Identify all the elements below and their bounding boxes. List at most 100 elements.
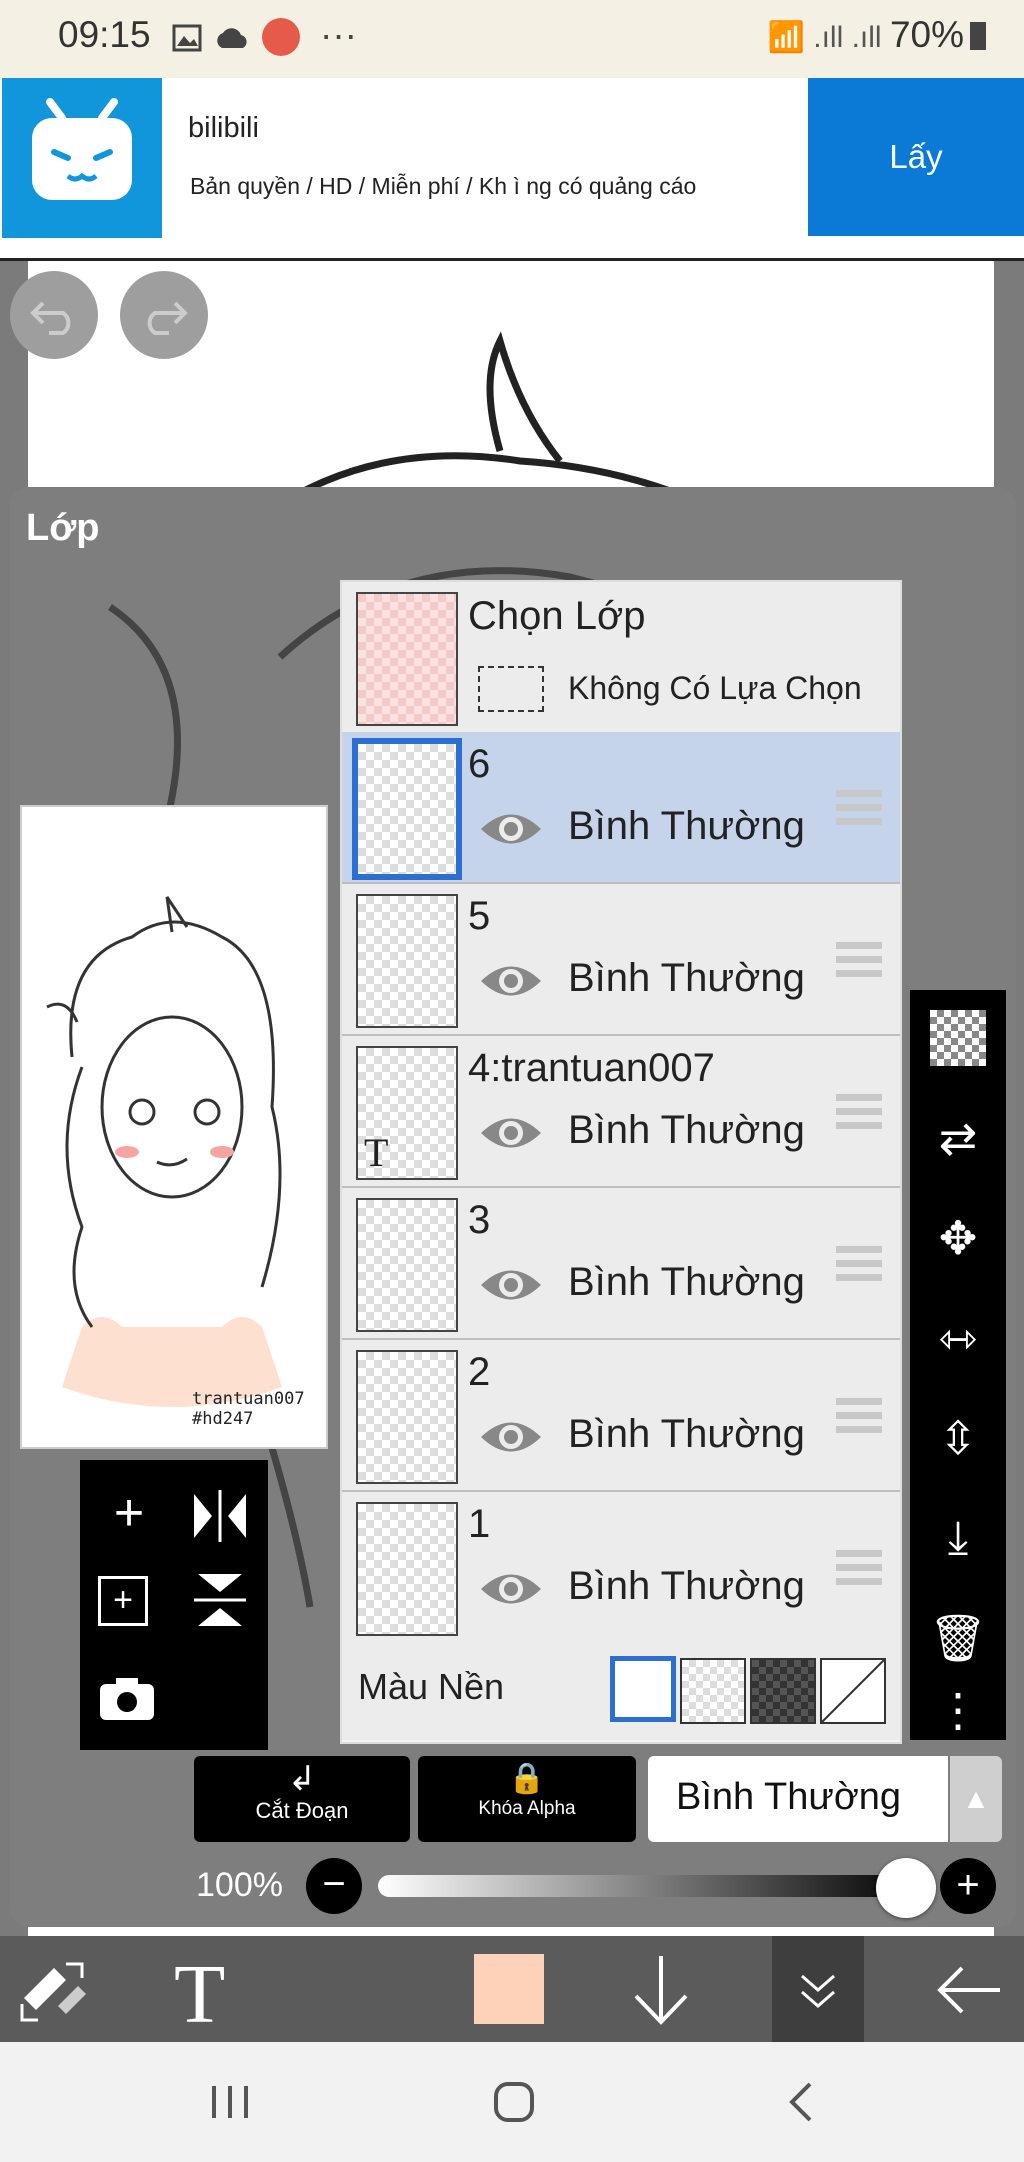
layer-thumbnail <box>356 894 458 1028</box>
more-button[interactable]: ⋮ <box>910 1680 1006 1740</box>
layer-blend-mode: Bình Thường <box>568 1108 805 1152</box>
more-vertical-icon: ⋮ <box>935 1684 981 1736</box>
drag-handle-icon[interactable] <box>836 942 882 982</box>
clip-button[interactable]: ↲ Cắt Đoạn <box>194 1756 410 1842</box>
visibility-eye-icon[interactable] <box>478 806 544 852</box>
home-icon[interactable] <box>492 2080 536 2124</box>
gallery-icon <box>172 24 202 52</box>
undo-button[interactable] <box>10 271 98 359</box>
drag-handle-icon[interactable] <box>836 1246 882 1286</box>
move-icon: ✥ <box>938 1212 978 1264</box>
move-button[interactable]: ✥ <box>910 1190 1006 1286</box>
swap-icon: ⇄ <box>938 1112 978 1164</box>
status-right: 📶 .ıll .ıll 70% <box>768 14 986 56</box>
text-tool-icon[interactable]: T <box>174 1946 225 2043</box>
bilibili-logo-icon <box>2 78 162 238</box>
bg-white-swatch[interactable] <box>610 1656 676 1722</box>
layer-row[interactable]: T 4:trantuan007 Bình Thường <box>342 1036 900 1188</box>
battery-level: 70% <box>889 14 964 55</box>
drag-handle-icon[interactable] <box>836 1550 882 1590</box>
undo-icon <box>30 301 71 335</box>
swap-layer-button[interactable]: ⇄ <box>910 1090 1006 1186</box>
bg-transparent-swatch[interactable] <box>680 1658 746 1724</box>
selection-marquee-icon <box>478 666 544 712</box>
preview-signature-name: trantuan007 <box>192 1389 305 1409</box>
layer-name: 6 <box>468 742 491 786</box>
redo-button[interactable] <box>120 271 208 359</box>
canvas-preview[interactable]: trantuan007 #hd247 <box>20 805 328 1449</box>
opacity-value: 100% <box>196 1866 283 1904</box>
layer-row[interactable]: 1 Bình Thường <box>342 1492 900 1644</box>
visibility-eye-icon[interactable] <box>478 1414 544 1460</box>
flip-vertical-icon[interactable] <box>190 1570 250 1630</box>
layer-row[interactable]: 3 Bình Thường <box>342 1188 900 1340</box>
visibility-eye-icon[interactable] <box>478 1566 544 1612</box>
visibility-eye-icon[interactable] <box>478 1262 544 1308</box>
bottom-toolbar: T <box>0 1936 1024 2042</box>
recent-apps-icon[interactable] <box>208 2082 252 2122</box>
add-layer-icon[interactable]: + <box>94 1480 164 1550</box>
layer-blend-mode: Bình Thường <box>568 1564 805 1608</box>
double-chevron-down-icon <box>801 1974 835 2008</box>
duplicate-layer-icon[interactable]: + <box>98 1576 148 1626</box>
layer-thumbnail <box>356 1350 458 1484</box>
flip-h-button[interactable]: ⇿ <box>910 1290 1006 1386</box>
layer-name: 4:trantuan007 <box>468 1046 715 1090</box>
selection-layer-thumbnail <box>356 592 458 726</box>
bg-none-swatch[interactable] <box>820 1658 886 1724</box>
cloud-icon <box>217 28 247 48</box>
tool-switch-icon[interactable] <box>18 1958 90 2024</box>
visibility-eye-icon[interactable] <box>478 1110 544 1156</box>
collapse-panel-button[interactable] <box>772 1936 864 2042</box>
blend-mode-arrow-icon[interactable]: ▲ <box>950 1756 1002 1842</box>
app-notification-icon <box>262 18 300 56</box>
camera-icon[interactable] <box>98 1674 156 1722</box>
lock-icon: 🔒 <box>508 1762 546 1795</box>
redo-icon <box>147 301 188 335</box>
drag-handle-icon[interactable] <box>836 790 882 830</box>
layer-blend-mode: Bình Thường <box>568 1260 805 1304</box>
nav-back-icon[interactable] <box>786 2080 816 2124</box>
visibility-eye-icon[interactable] <box>478 958 544 1004</box>
layer-thumbnail <box>356 1502 458 1636</box>
layer-row[interactable]: 6 Bình Thường <box>342 732 900 884</box>
selection-status: Không Có Lựa Chọn <box>568 670 862 706</box>
opacity-increase-button[interactable]: + <box>940 1858 996 1914</box>
preview-drawing <box>46 896 282 1407</box>
current-color-swatch[interactable] <box>474 1954 544 2024</box>
selection-layer-row[interactable]: Chọn Lớp Không Có Lựa Chọn <box>342 582 900 734</box>
trash-icon: 🗑 <box>928 1611 988 1664</box>
delete-layer-button[interactable]: 🗑 <box>910 1590 1006 1686</box>
blend-mode-select[interactable]: Bình Thường <box>648 1756 948 1842</box>
merge-down-icon: ⤓ <box>947 1511 969 1563</box>
ad-get-button[interactable]: Lấy <box>808 78 1024 236</box>
layer-thumbnail <box>352 738 462 880</box>
clip-label: Cắt Đoạn <box>255 1798 349 1823</box>
opacity-decrease-button[interactable]: − <box>306 1858 362 1914</box>
flip-horizontal-icon[interactable] <box>190 1486 250 1546</box>
layer-thumbnail: T <box>356 1046 458 1180</box>
layer-name: 5 <box>468 894 491 938</box>
merge-down-button[interactable]: ⤓ <box>910 1490 1006 1586</box>
bg-dark-swatch[interactable] <box>750 1658 816 1724</box>
layer-blend-mode: Bình Thường <box>568 804 805 848</box>
signal-icon: 📶 .ıll .ıll <box>767 21 890 54</box>
layer-name: 3 <box>468 1198 491 1242</box>
opacity-slider[interactable] <box>378 1875 918 1897</box>
transparency-button[interactable] <box>910 990 1006 1086</box>
layer-actions-toolbar: + + <box>80 1460 268 1750</box>
arrow-down-icon[interactable] <box>628 1950 694 2030</box>
alpha-lock-button[interactable]: 🔒 Khóa Alpha <box>418 1756 636 1842</box>
drag-handle-icon[interactable] <box>836 1398 882 1438</box>
layer-row[interactable]: 5 Bình Thường <box>342 884 900 1036</box>
drag-handle-icon[interactable] <box>836 1094 882 1134</box>
battery-icon <box>970 22 986 50</box>
back-arrow-icon[interactable] <box>934 1960 1004 2020</box>
flip-v-button[interactable]: ⇳ <box>910 1390 1006 1486</box>
checker-icon <box>930 1010 986 1066</box>
layer-row[interactable]: 2 Bình Thường <box>342 1340 900 1492</box>
status-bar: 09:15 ··· 📶 .ıll .ıll 70% <box>0 0 1024 78</box>
opacity-slider-thumb[interactable] <box>876 1858 936 1918</box>
ad-banner[interactable]: bilibili Bản quyền / HD / Miễn phí / Kh … <box>0 78 1024 258</box>
background-label: Màu Nền <box>358 1666 505 1707</box>
